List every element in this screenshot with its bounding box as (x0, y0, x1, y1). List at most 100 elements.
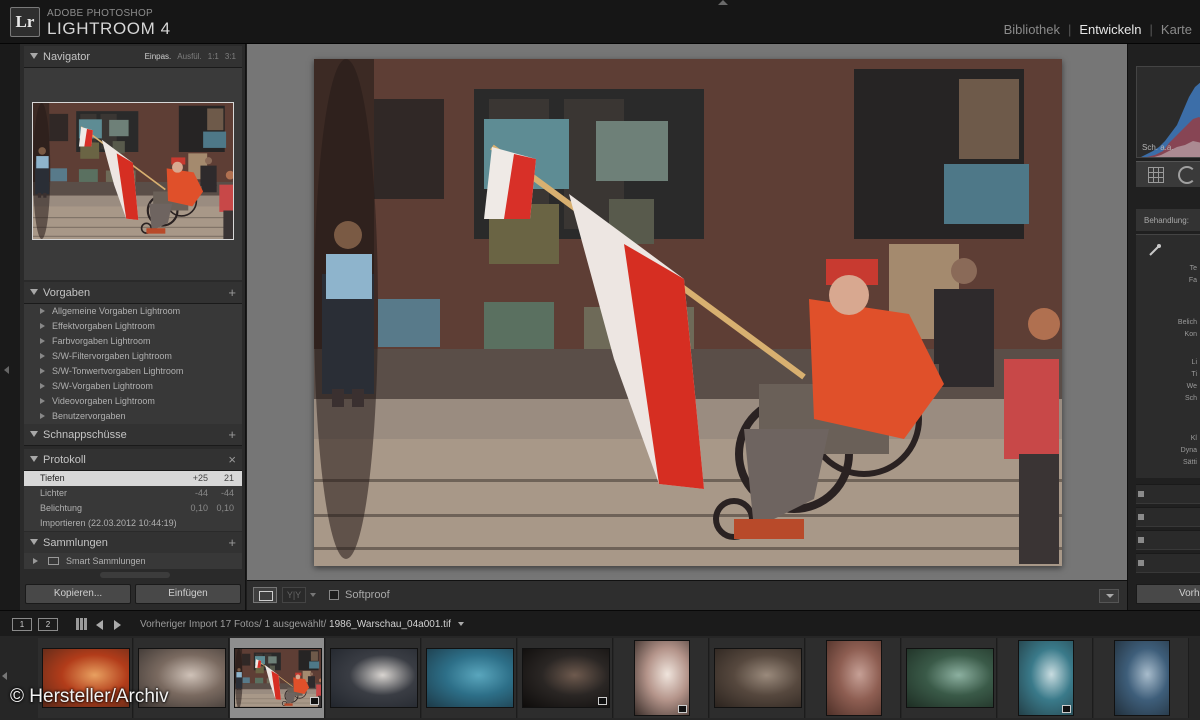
preset-folder[interactable]: Effektvorgaben Lightroom (24, 319, 242, 334)
expand-icon[interactable] (40, 308, 45, 314)
thumb-river-people[interactable] (906, 648, 994, 708)
preset-folder[interactable]: Benutzervorgaben (24, 409, 242, 424)
grid-view-icon[interactable] (76, 618, 88, 630)
expand-icon[interactable] (40, 383, 45, 389)
thumb-family[interactable] (1114, 640, 1170, 716)
thumb-ruins[interactable] (826, 640, 882, 716)
back-arrow-icon[interactable] (96, 620, 103, 630)
copy-settings-button[interactable]: Kopieren... (25, 584, 131, 604)
preset-folder[interactable]: Farbvorgaben Lightroom (24, 334, 242, 349)
panel-switch-icon[interactable] (1138, 560, 1144, 566)
expand-icon[interactable] (40, 353, 45, 359)
preset-folder[interactable]: S/W-Vorgaben Lightroom (24, 379, 242, 394)
preset-folder[interactable]: Allgemeine Vorgaben Lightroom (24, 304, 242, 319)
filmstrip-cell[interactable] (1094, 638, 1189, 718)
collapse-left-icon[interactable] (4, 366, 9, 374)
panel-scrollbar[interactable] (100, 572, 170, 578)
expand-icon[interactable] (40, 338, 45, 344)
filmstrip-source-info[interactable]: Vorheriger Import 17 Fotos/ 1 ausgewählt… (140, 619, 464, 630)
filmstrip-cell[interactable] (518, 638, 613, 718)
zoom-3-1[interactable]: 3:1 (225, 52, 236, 61)
expand-icon[interactable] (40, 413, 45, 419)
filmstrip-cell[interactable] (614, 638, 709, 718)
expand-icon[interactable] (40, 368, 45, 374)
history-step-label: Belichtung (40, 503, 83, 513)
history-step[interactable]: Belichtung 0,10 0,10 (24, 501, 242, 516)
preset-folder-label: Farbvorgaben Lightroom (52, 336, 151, 346)
history-step[interactable]: Lichter -44 -44 (24, 486, 242, 501)
module-develop[interactable]: Entwickeln (1079, 22, 1141, 37)
thumb-flag-wheelchair[interactable] (234, 648, 322, 708)
collections-header[interactable]: Sammlungen + (24, 532, 242, 554)
basic-panel-header[interactable]: Behandlung: (1136, 209, 1200, 231)
filmstrip-cell[interactable] (998, 638, 1093, 718)
zoom-1-1[interactable]: 1:1 (208, 52, 219, 61)
collection-item[interactable]: Smart Sammlungen (24, 553, 242, 569)
preset-folder[interactable]: Videovorgaben Lightroom (24, 394, 242, 409)
loupe-view-icon[interactable] (253, 587, 277, 603)
thumb-blue-car[interactable] (426, 648, 514, 708)
thumb-cafe-night[interactable] (522, 648, 610, 708)
module-map[interactable]: Karte (1161, 22, 1192, 37)
clear-history-icon[interactable]: × (228, 452, 236, 467)
loupe-view[interactable] (247, 44, 1127, 580)
expand-icon[interactable] (40, 398, 45, 404)
before-after-icon[interactable]: Y|Y (282, 587, 306, 603)
collapse-triangle-icon[interactable] (30, 539, 38, 545)
filmstrip-cell[interactable] (710, 638, 805, 718)
collapse-triangle-icon[interactable] (30, 289, 38, 295)
collapse-triangle-icon[interactable] (30, 456, 38, 462)
crop-overlay-icon[interactable] (1148, 167, 1164, 183)
thumb-market-people[interactable] (330, 648, 418, 708)
main-photo[interactable] (314, 59, 1062, 566)
presets-header[interactable]: Vorgaben + (24, 282, 242, 304)
snapshots-header[interactable]: Schnappschüsse + (24, 424, 242, 446)
collapse-triangle-icon[interactable] (30, 431, 38, 437)
panel-switch-icon[interactable] (1138, 491, 1144, 497)
history-header[interactable]: Protokoll × (24, 449, 242, 471)
history-step[interactable]: Tiefen +25 21 (24, 471, 242, 486)
expand-icon[interactable] (40, 323, 45, 329)
add-preset-icon[interactable]: + (228, 285, 236, 300)
view-dropdown-icon[interactable] (310, 593, 316, 597)
scroll-left-icon[interactable] (2, 672, 7, 680)
filmstrip-cell[interactable] (230, 638, 325, 718)
tone-curve-panel-header[interactable] (1136, 484, 1200, 504)
softproof-checkbox[interactable] (329, 590, 339, 600)
left-panel-edge[interactable] (0, 44, 20, 610)
navigator-header[interactable]: Navigator Einpas. Ausfül. 1:1 3:1 (24, 46, 242, 68)
filmstrip-cell[interactable] (422, 638, 517, 718)
spot-removal-icon[interactable] (1178, 166, 1196, 184)
white-balance-picker-icon[interactable] (1148, 243, 1162, 257)
navigator-thumbnail[interactable] (32, 102, 234, 240)
forward-arrow-icon[interactable] (114, 620, 121, 630)
add-snapshot-icon[interactable]: + (228, 427, 236, 442)
zoom-fit[interactable]: Einpas. (145, 52, 172, 61)
top-panel-toggle-icon[interactable] (718, 0, 728, 5)
panel-switch-icon[interactable] (1138, 537, 1144, 543)
toolbar-menu-icon[interactable] (1099, 589, 1119, 603)
collapse-triangle-icon[interactable] (30, 53, 38, 59)
thumb-children-group[interactable] (1018, 640, 1074, 716)
detail-panel-header[interactable] (1136, 553, 1200, 573)
split-toning-panel-header[interactable] (1136, 530, 1200, 550)
filmstrip-cell[interactable] (902, 638, 997, 718)
history-step[interactable]: Importieren (22.03.2012 10:44:19) (24, 516, 242, 531)
paste-settings-button[interactable]: Einfügen (135, 584, 241, 604)
secondary-window-button[interactable]: 2 (38, 618, 58, 631)
panel-switch-icon[interactable] (1138, 514, 1144, 520)
thumb-motorbike[interactable] (634, 640, 690, 716)
primary-window-button[interactable]: 1 (12, 618, 32, 631)
filmstrip-cell[interactable] (326, 638, 421, 718)
zoom-fill[interactable]: Ausfül. (177, 52, 201, 61)
preset-folder[interactable]: S/W-Filtervorgaben Lightroom (24, 349, 242, 364)
expand-icon[interactable] (33, 558, 38, 564)
thumb-alley[interactable] (714, 648, 802, 708)
filmstrip-cell[interactable] (806, 638, 901, 718)
previous-button[interactable]: Vorh (1136, 584, 1200, 604)
source-dropdown-icon[interactable] (457, 622, 464, 627)
add-collection-icon[interactable]: + (228, 535, 236, 550)
module-library[interactable]: Bibliothek (1004, 22, 1060, 37)
hsl-panel-header[interactable] (1136, 507, 1200, 527)
preset-folder[interactable]: S/W-Tonwertvorgaben Lightroom (24, 364, 242, 379)
